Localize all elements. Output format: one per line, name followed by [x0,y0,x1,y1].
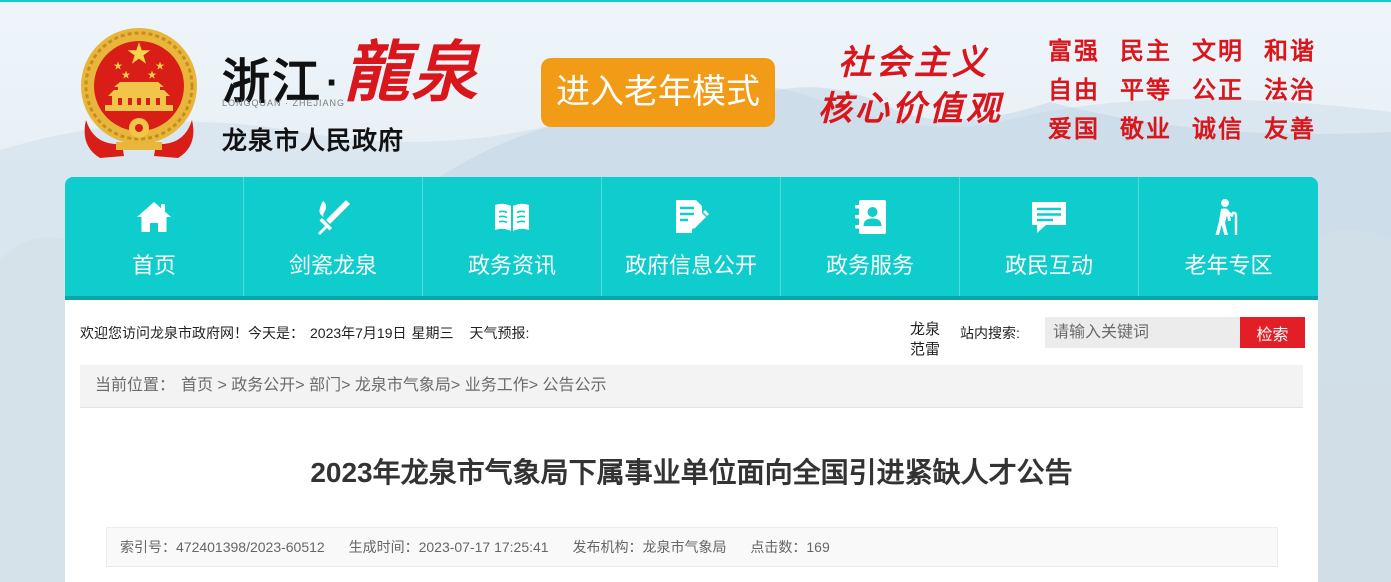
logo-city: 龍泉 [343,33,480,111]
core-value: 民主 [1120,38,1172,65]
core-value: 和谐 [1264,38,1316,65]
breadcrumb-label: 当前位置： [95,377,176,394]
main-content: 欢迎您访问龙泉市政府网！今天是： 2023年7月19日 星期三 天气预报: 龙泉 范雷… [65,300,1318,582]
meta-publisher: 发布机构：龙泉市气象局 [572,539,726,555]
nav-label: 政务服务 [825,253,914,278]
core-value: 诚信 [1192,116,1244,143]
chat-icon [1032,202,1066,233]
breadcrumb-separator: > [341,377,355,394]
current-date: 2023年7月19日 [310,325,407,341]
nav-label: 老年专区 [1184,253,1273,278]
breadcrumb-separator: > [450,377,465,394]
core-values-slogan: 社会主义 核心价值观 [818,40,1003,132]
slogan-line-1: 社会主义 [838,43,990,83]
breadcrumb-link-business[interactable]: 业务工作 [465,377,529,394]
article-meta: 索引号：472401398/2023-60512 生成时间：2023-07-17… [106,527,1278,567]
search-button[interactable]: 检索 [1240,317,1305,348]
meta-value: 472401398/2023-60512 [176,539,325,555]
meta-value: 龙泉市气象局 [642,539,727,555]
welcome-bar: 欢迎您访问龙泉市政府网！今天是： 2023年7月19日 星期三 天气预报: [80,325,529,342]
core-value: 法治 [1264,77,1316,104]
site-header: 浙江 · 龍泉 LONGQUAN · ZHEJIANG 龙泉市人民政府 进入老年… [0,0,1391,177]
core-value: 平等 [1120,77,1172,104]
nav-label: 剑瓷龙泉 [288,253,377,278]
sword-icon [318,200,350,235]
book-icon [495,203,529,231]
slogan-line-2: 核心价值观 [818,89,1003,129]
breadcrumb-link-announcements[interactable]: 公告公示 [543,377,607,394]
breadcrumb-separator: > [213,377,232,394]
top-accent-line [0,0,1391,2]
main-navigation: 首页 剑瓷龙泉 政务资讯 政府信息公开 政务服务 政民互动 老年专区 [65,177,1318,300]
breadcrumb-link-departments[interactable]: 部门 [309,377,341,394]
search-input[interactable] [1045,317,1240,348]
welcome-text: 欢迎您访问龙泉市政府网！今天是： [80,325,304,341]
article-title: 2023年龙泉市气象局下属事业单位面向全国引进紧缺人才公告 [310,457,1073,488]
core-value: 敬业 [1120,116,1172,143]
nav-item-elderly-zone[interactable]: 老年专区 [1139,177,1318,296]
breadcrumb-link-home[interactable]: 首页 [181,377,213,394]
meta-label: 发布机构： [572,539,643,555]
nav-item-home[interactable]: 首页 [65,177,244,296]
nav-label: 政务资讯 [467,253,556,278]
meta-label: 生成时间： [348,539,419,555]
weather-condition: 范雷 [910,340,941,358]
breadcrumb-link-gov-affairs[interactable]: 政务公开 [231,377,295,394]
document-pen-icon [676,200,709,233]
breadcrumb: 当前位置： 首页 > 政务公开> 部门> 龙泉市气象局> 业务工作> 公告公示 [80,365,1303,408]
core-value: 自由 [1048,77,1100,104]
core-value: 友善 [1264,116,1316,143]
meta-click-count: 点击数：169 [750,539,829,555]
weather-label: 天气预报: [469,325,530,341]
elder-icon [1215,199,1238,235]
logo-pinyin: LONGQUAN · ZHEJIANG [222,98,346,108]
nav-label: 首页 [131,253,176,278]
meta-label: 索引号： [120,539,176,555]
search-label: 站内搜索: [960,325,1020,341]
nav-item-interaction[interactable]: 政民互动 [960,177,1139,296]
meta-value: 169 [806,539,830,555]
core-value: 爱国 [1048,116,1100,143]
core-value: 文明 [1192,38,1244,65]
current-weekday: 星期三 [411,325,454,341]
nav-item-news[interactable]: 政务资讯 [423,177,602,296]
contact-card-icon [855,200,886,234]
weather-city: 龙泉 [910,320,941,338]
core-value: 富强 [1048,38,1100,65]
elder-mode-button[interactable]: 进入老年模式 [541,58,775,127]
government-name: 龙泉市人民政府 [222,127,405,155]
nav-label: 政府信息公开 [624,253,757,278]
core-value: 公正 [1192,77,1244,104]
national-emblem-icon [81,28,197,158]
meta-index-number: 索引号：472401398/2023-60512 [120,539,325,555]
nav-item-info-disclosure[interactable]: 政府信息公开 [602,177,781,296]
core-values-grid: 富强 民主 文明 和谐 自由 平等 公正 法治 爱国 敬业 诚信 友善 [1048,32,1336,149]
breadcrumb-separator: > [528,377,543,394]
breadcrumb-separator: > [295,377,310,394]
breadcrumb-link-meteorological-bureau[interactable]: 龙泉市气象局 [355,377,451,394]
weather-widget: 龙泉 范雷 [910,319,940,359]
nav-label: 政民互动 [1004,253,1093,278]
meta-value: 2023-07-17 17:25:41 [418,539,549,555]
meta-generated-time: 生成时间：2023-07-17 17:25:41 [349,539,549,555]
nav-item-jianci-longquan[interactable]: 剑瓷龙泉 [244,177,423,296]
meta-label: 点击数： [750,539,807,555]
nav-item-services[interactable]: 政务服务 [781,177,960,296]
home-icon [137,202,171,232]
